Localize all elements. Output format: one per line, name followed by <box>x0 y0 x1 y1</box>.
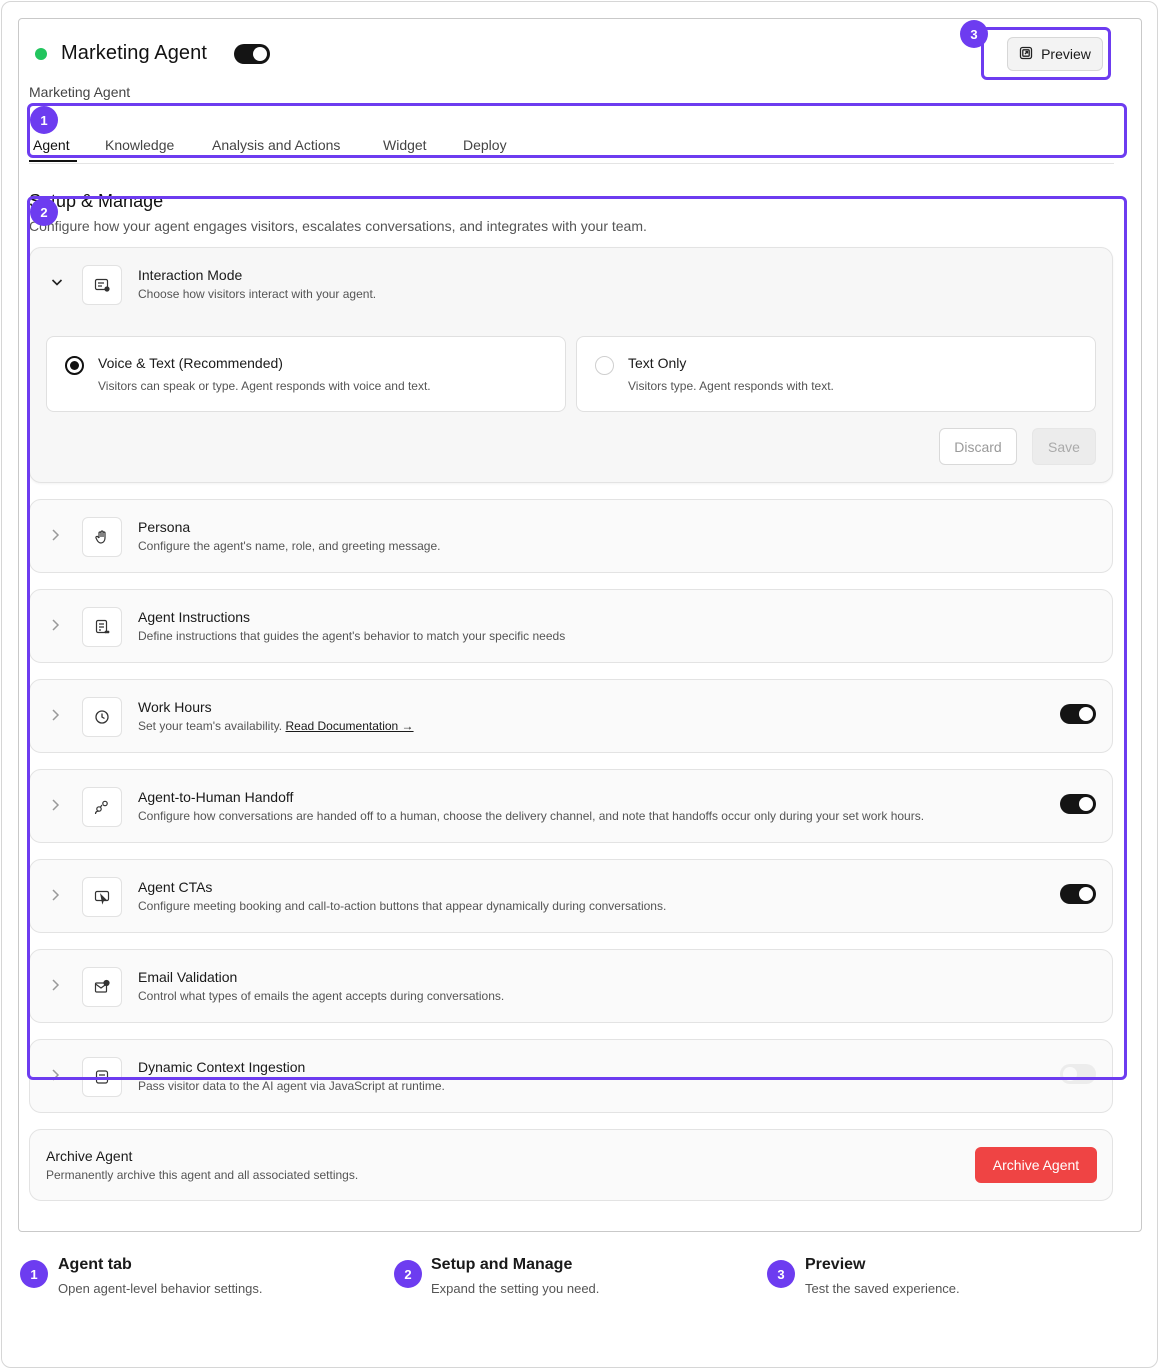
legend-desc-setup-manage: Expand the setting you need. <box>431 1281 600 1296</box>
agent-title: Marketing Agent <box>61 42 208 64</box>
tabs-divider <box>29 163 1114 164</box>
legend-title-setup-manage: Setup and Manage <box>431 1256 573 1273</box>
highlight-preview <box>981 27 1111 80</box>
status-indicator <box>35 48 47 60</box>
legend-desc-preview: Test the saved experience. <box>805 1281 960 1296</box>
highlight-agent-tab <box>27 103 1127 158</box>
legend-title-agent-tab: Agent tab <box>58 1256 132 1273</box>
legend-badge-1: 1 <box>20 1260 48 1288</box>
highlight-setup-manage <box>27 196 1127 1080</box>
callout-badge-1: 1 <box>30 106 58 134</box>
callout-badge-3: 3 <box>960 20 988 48</box>
card-description: Pass visitor data to the AI agent via Ja… <box>138 1079 445 1093</box>
breadcrumb: Marketing Agent <box>29 84 131 100</box>
archive-description: Permanently archive this agent and all a… <box>46 1168 359 1182</box>
agent-enabled-toggle[interactable] <box>234 44 270 64</box>
archive-title: Archive Agent <box>46 1148 133 1164</box>
legend-badge-2: 2 <box>394 1260 422 1288</box>
archive-agent-card: Archive Agent Permanently archive this a… <box>29 1129 1113 1201</box>
legend-desc-agent-tab: Open agent-level behavior settings. <box>58 1281 263 1296</box>
callout-badge-2: 2 <box>30 198 58 226</box>
legend-title-preview: Preview <box>805 1256 866 1273</box>
archive-agent-button[interactable]: Archive Agent <box>975 1147 1097 1183</box>
active-tab-indicator <box>29 160 77 162</box>
legend-badge-3: 3 <box>767 1260 795 1288</box>
